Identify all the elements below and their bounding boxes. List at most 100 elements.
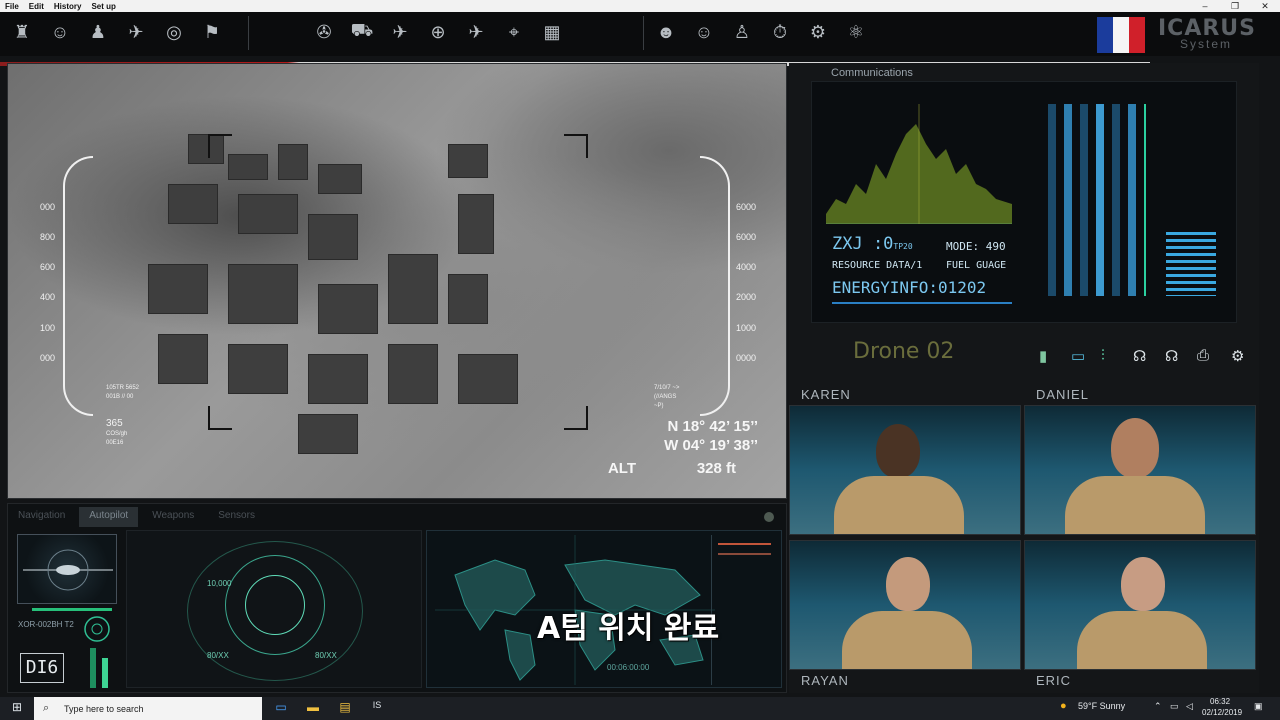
folder-icon[interactable]: ▤ xyxy=(336,700,354,716)
network-icon[interactable]: ▭ xyxy=(1170,701,1179,712)
helicopter-icon[interactable]: ✈ xyxy=(120,17,152,47)
hud-small-readout: COS/gh xyxy=(106,431,128,437)
camera-icon[interactable]: ⎙ xyxy=(1197,347,1209,364)
video-feed-karen[interactable] xyxy=(789,405,1021,535)
zxj-readout: ZXJ :0TP20 xyxy=(832,234,913,254)
video-feed-daniel[interactable] xyxy=(1024,405,1256,535)
video-feed-rayan[interactable] xyxy=(789,540,1021,670)
drone-icon[interactable]: ✇ xyxy=(308,17,340,47)
resource-label: RESOURCE DATA/1 xyxy=(832,260,923,271)
window-controls: – ❐ ✕ xyxy=(1190,0,1280,12)
hut xyxy=(318,284,378,334)
avatar xyxy=(876,424,920,478)
tab-navigation[interactable]: Navigation xyxy=(8,507,75,527)
latitude-readout: N 18° 42’ 15’’ xyxy=(667,418,758,435)
instrument-panel: Navigation Autopilot Weapons Sensors XOR… xyxy=(7,503,787,693)
hut xyxy=(458,194,494,254)
instrument-tabs: Navigation Autopilot Weapons Sensors xyxy=(8,507,265,527)
left-scale-2: 600 xyxy=(40,262,56,272)
alert-line xyxy=(718,543,771,545)
flag-stripe-white xyxy=(1113,17,1129,53)
soldier-icon[interactable]: ♟ xyxy=(82,17,114,47)
person-icon[interactable]: ♙ xyxy=(726,17,758,47)
notification-icon[interactable]: ▣ xyxy=(1254,701,1263,712)
crew-body xyxy=(1077,611,1207,669)
map-timecode: 00:06:00:00 xyxy=(607,663,650,672)
tray-chevron-icon[interactable]: ⌃ xyxy=(1154,701,1162,712)
menu-edit[interactable]: Edit xyxy=(24,2,49,11)
hut xyxy=(228,264,298,324)
energy-readout: ENERGYINFO:01202 xyxy=(832,278,987,297)
left-scale-3: 400 xyxy=(40,292,56,302)
headphones-icon[interactable]: ☊ xyxy=(1165,347,1178,365)
toolbar-group-units: ♜ ☺ ♟ ✈ ◎ ⚑ xyxy=(6,17,228,49)
close-button[interactable]: ✕ xyxy=(1250,0,1280,12)
signal-spectrum xyxy=(826,104,1012,224)
menu-setup[interactable]: Set up xyxy=(86,2,120,11)
hud-small-readout: 001B // 00 xyxy=(106,394,134,400)
chess-rook-icon[interactable]: ♜ xyxy=(6,17,38,47)
communications-panel: ZXJ :0TP20 MODE: 490 RESOURCE DATA/1 FUE… xyxy=(811,81,1237,323)
map-side-data xyxy=(711,535,777,685)
taskbar-search[interactable]: ⌕ Type here to search xyxy=(34,697,262,720)
toolbar-group-assets: ✇ ⛟ ✈ ⊕ ✈ ⌖ ▦ xyxy=(308,17,568,49)
scale-line xyxy=(1144,104,1146,296)
drone-name: Drone 02 xyxy=(853,339,955,364)
robot-icon[interactable]: ☺ xyxy=(44,17,76,47)
jet-icon[interactable]: ✈ xyxy=(460,17,492,47)
grid-icon[interactable]: ▦ xyxy=(536,17,568,47)
weather-text[interactable]: 59°F Sunny xyxy=(1078,701,1125,711)
satellite-icon[interactable]: ⚙ xyxy=(802,17,834,47)
battery-icon[interactable]: ▮ xyxy=(1039,347,1047,365)
hut xyxy=(168,184,218,224)
pilot-icon[interactable]: ☻ xyxy=(650,17,682,47)
toolbar-divider xyxy=(248,16,249,50)
tab-sensors[interactable]: Sensors xyxy=(208,507,265,527)
volume-icon[interactable]: ◁ xyxy=(1186,701,1193,712)
hud-small-readout: (//ANGS xyxy=(654,394,677,400)
world-map-panel[interactable]: 00:06:00:00 A팀 위치 완료 xyxy=(426,530,782,688)
drone-camera-feed[interactable]: 000 800 600 400 100 000 6000 6000 4000 2… xyxy=(7,63,787,499)
tank-icon[interactable]: ⛟ xyxy=(346,17,378,47)
gear-icon[interactable]: ⚙ xyxy=(1231,347,1244,365)
memory-icon[interactable]: ▭ xyxy=(1071,347,1085,365)
hut xyxy=(308,354,368,404)
file-explorer-icon[interactable]: ▬ xyxy=(304,700,322,716)
targeting-panel: 10,000 80/XX 80/XX xyxy=(126,530,422,688)
radar-icon[interactable]: ◎ xyxy=(158,17,190,47)
search-icon: ⌕ xyxy=(43,702,50,714)
app-is-icon[interactable]: IS xyxy=(368,700,386,716)
vehicles-icon[interactable]: ⚑ xyxy=(196,17,228,47)
task-view-icon[interactable]: ▭ xyxy=(272,700,290,716)
menu-history[interactable]: History xyxy=(49,2,87,11)
tab-autopilot[interactable]: Autopilot xyxy=(79,507,139,527)
tab-weapons[interactable]: Weapons xyxy=(142,507,204,527)
signal-bar xyxy=(1080,104,1088,296)
crew-name-karen: KAREN xyxy=(801,387,851,402)
crew-body xyxy=(1065,476,1205,534)
plane-icon[interactable]: ✈ xyxy=(384,17,416,47)
compass-icon xyxy=(84,616,110,642)
crosshair-icon[interactable]: ⊕ xyxy=(422,17,454,47)
hut xyxy=(228,154,268,180)
right-scale-3: 2000 xyxy=(736,292,757,302)
windows-start-icon[interactable]: ⊞ xyxy=(8,700,26,716)
sliders-icon[interactable]: ⫶ xyxy=(1101,347,1105,364)
video-feed-eric[interactable] xyxy=(1024,540,1256,670)
officer-icon[interactable]: ☺ xyxy=(688,17,720,47)
zxj-value: ZXJ :0 xyxy=(832,234,894,254)
heading-bar xyxy=(32,608,112,611)
left-scale-0: 000 xyxy=(40,202,56,212)
toolbar: ♜ ☺ ♟ ✈ ◎ ⚑ ✇ ⛟ ✈ ⊕ ✈ ⌖ ▦ ☻ ☺ ♙ ⏱ ⚙ ⚛ xyxy=(0,12,1280,66)
clock-time[interactable]: 06:32 xyxy=(1210,697,1230,706)
menu-file[interactable]: File xyxy=(0,2,24,11)
stopwatch-icon[interactable]: ⏱ xyxy=(764,17,796,47)
engine-icon[interactable]: ⚛ xyxy=(840,17,872,47)
maximize-button[interactable]: ❐ xyxy=(1220,0,1250,12)
right-scale-4: 1000 xyxy=(736,323,757,333)
clock-date[interactable]: 02/12/2019 xyxy=(1202,708,1242,717)
map-icon[interactable]: ⌖ xyxy=(498,17,530,47)
headset-icon[interactable]: ☊ xyxy=(1133,347,1146,365)
minimize-button[interactable]: – xyxy=(1190,0,1220,12)
target-bracket-tr xyxy=(564,134,588,158)
